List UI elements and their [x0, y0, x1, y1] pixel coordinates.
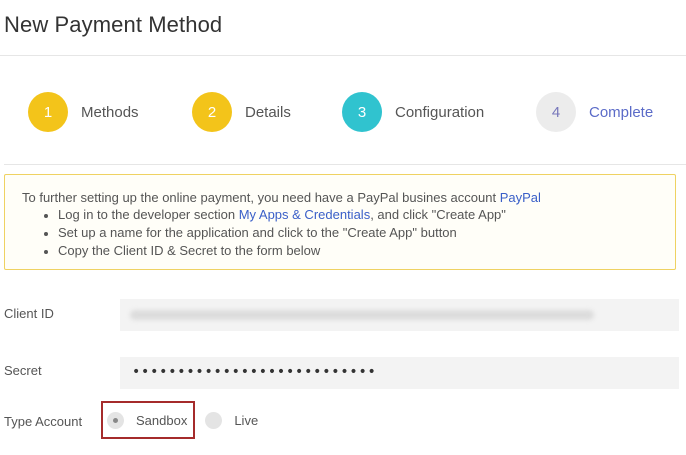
step-number-4: 4 [536, 92, 576, 132]
live-radio[interactable] [205, 411, 223, 429]
my-apps-credentials-link[interactable]: My Apps & Credentials [239, 207, 371, 222]
page-title: New Payment Method [4, 12, 223, 37]
live-radio-option[interactable]: Live [205, 401, 258, 439]
step-number-3: 3 [342, 92, 382, 132]
instructions-list: Log in to the developer section My Apps … [22, 206, 675, 260]
steps-divider [4, 164, 686, 165]
paypal-link[interactable]: PayPal [500, 190, 541, 205]
sandbox-radio-option[interactable]: Sandbox [101, 401, 196, 439]
notice-intro: To further setting up the online payment… [22, 189, 675, 206]
paypal-instructions-notice: To further setting up the online payment… [4, 174, 676, 270]
step-label-methods: Methods [81, 103, 139, 121]
secret-value-masked: ••••••••••••••••••••••••••• [132, 364, 377, 380]
client-id-value-blurred [130, 310, 594, 320]
step-number-2: 2 [192, 92, 232, 132]
instruction-item-2: Set up a name for the application and cl… [58, 224, 675, 242]
header-divider [0, 55, 686, 56]
step-methods[interactable]: 1 Methods [28, 92, 139, 132]
instruction-item-3: Copy the Client ID & Secret to the form … [58, 242, 675, 260]
step-label-complete: Complete [589, 103, 654, 121]
live-label: Live [234, 412, 259, 428]
step-number-1: 1 [28, 92, 68, 132]
step-configuration[interactable]: 3 Configuration [342, 92, 484, 132]
radio-selected-dot [113, 417, 118, 423]
secret-label: Secret [4, 363, 42, 378]
sandbox-label: Sandbox [136, 412, 188, 428]
sandbox-radio[interactable] [107, 411, 124, 429]
instruction-1-prefix: Log in to the developer section [58, 207, 239, 222]
instruction-item-1: Log in to the developer section My Apps … [58, 206, 675, 224]
instruction-1-suffix: , and click "Create App" [370, 207, 506, 222]
step-complete[interactable]: 4 Complete [536, 92, 653, 132]
step-label-details: Details [245, 103, 291, 121]
step-label-configuration: Configuration [395, 103, 485, 121]
client-id-label: Client ID [4, 306, 54, 321]
step-details[interactable]: 2 Details [192, 92, 291, 132]
type-account-radio-group: Sandbox Live [101, 401, 258, 439]
type-account-label: Type Account [4, 414, 83, 429]
notice-intro-text: To further setting up the online payment… [22, 190, 500, 205]
